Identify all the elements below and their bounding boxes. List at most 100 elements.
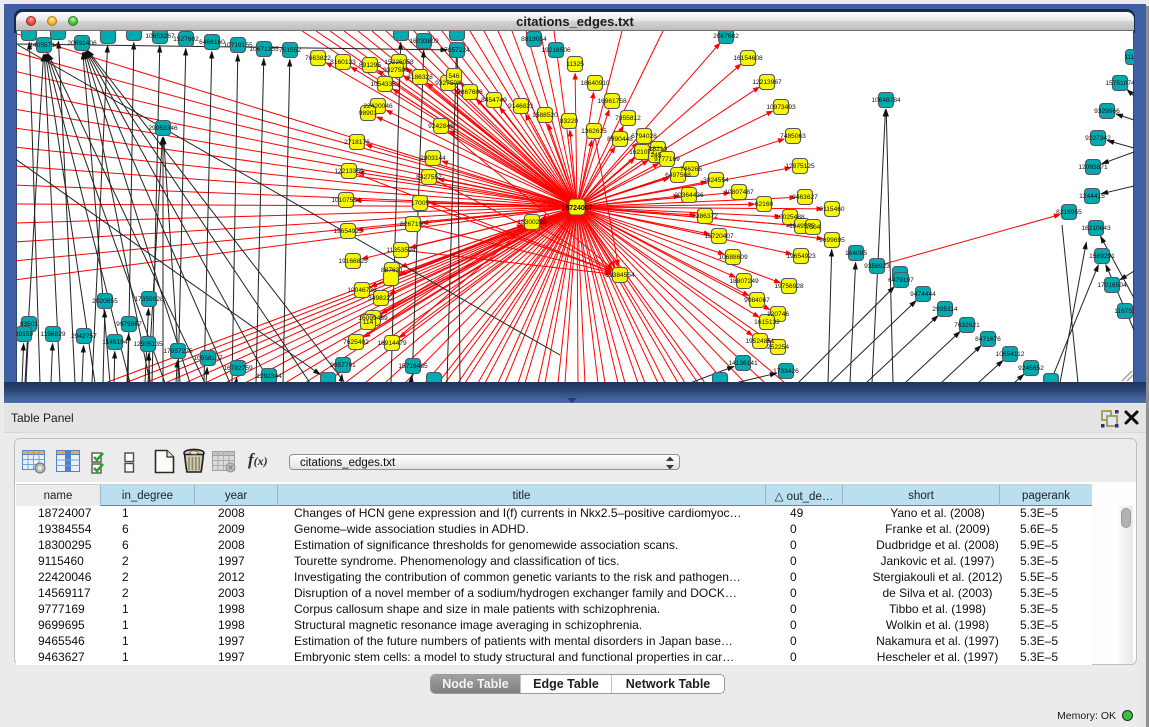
svg-text:10025488: 10025488 — [775, 214, 805, 221]
svg-text:2087682: 2087682 — [713, 33, 739, 40]
svg-text:16033809: 16033809 — [409, 38, 439, 45]
svg-text:9242848: 9242848 — [428, 123, 454, 130]
svg-text:3824554: 3824554 — [703, 177, 729, 184]
svg-text:18640910: 18640910 — [580, 80, 610, 87]
svg-text:1733426: 1733426 — [773, 368, 799, 375]
svg-text:12213369: 12213369 — [334, 168, 364, 175]
svg-text:2718176: 2718176 — [344, 139, 370, 146]
svg-text:1362615: 1362615 — [581, 128, 607, 135]
svg-text:14136141: 14136141 — [728, 360, 758, 367]
svg-text:8990448: 8990448 — [607, 136, 633, 143]
svg-text:29053346: 29053346 — [148, 125, 178, 132]
svg-text:7632621: 7632621 — [954, 322, 980, 329]
svg-text:9146821: 9146821 — [508, 103, 534, 110]
svg-text:12093871: 12093871 — [1078, 164, 1108, 171]
svg-text:887631: 887631 — [381, 267, 403, 274]
svg-text:19756928: 19756928 — [774, 283, 804, 290]
svg-text:2867608: 2867608 — [457, 89, 483, 96]
svg-text:19384554: 19384554 — [605, 272, 635, 279]
svg-text:10807487: 10807487 — [724, 189, 754, 196]
svg-text:7485063: 7485063 — [780, 133, 806, 140]
svg-text:98901: 98901 — [359, 110, 378, 117]
svg-text:6466160: 6466160 — [199, 39, 225, 46]
svg-text:15226058: 15226058 — [384, 59, 414, 66]
svg-text:10688609: 10688609 — [718, 254, 748, 261]
svg-text:16154608: 16154608 — [733, 55, 763, 62]
svg-text:164095: 164095 — [845, 250, 867, 257]
svg-text:9777169: 9777169 — [654, 156, 680, 163]
svg-text:17005: 17005 — [411, 200, 430, 207]
svg-text:6794028: 6794028 — [631, 133, 657, 140]
svg-text:7857224: 7857224 — [444, 47, 470, 54]
svg-text:9329966: 9329966 — [1094, 108, 1120, 115]
svg-text:7504: 7504 — [806, 224, 821, 231]
svg-text:12213967: 12213967 — [752, 79, 782, 86]
svg-text:15716485: 15716485 — [398, 363, 428, 370]
svg-text:17957275: 17957275 — [163, 348, 193, 355]
svg-text:14055714: 14055714 — [29, 42, 59, 49]
svg-text:11124: 11124 — [1124, 54, 1134, 61]
svg-text:17359928: 17359928 — [134, 296, 164, 303]
svg-text:10107554: 10107554 — [331, 197, 361, 204]
svg-text:83220: 83220 — [560, 118, 579, 125]
svg-text:9463627: 9463627 — [792, 194, 818, 201]
svg-text:2020655: 2020655 — [92, 298, 118, 305]
svg-text:891295: 891295 — [359, 62, 381, 69]
svg-text:19654923: 19654923 — [786, 253, 816, 260]
svg-text:22420046: 22420046 — [363, 103, 393, 110]
svg-text:10973493: 10973493 — [766, 104, 796, 111]
svg-text:1156829: 1156829 — [40, 331, 66, 338]
svg-text:20364436: 20364436 — [674, 192, 704, 199]
svg-text:11353594: 11353594 — [387, 247, 416, 254]
svg-text:83501: 83501 — [20, 321, 39, 328]
svg-text:12505135: 12505135 — [133, 341, 163, 348]
svg-text:10653267: 10653267 — [145, 33, 175, 40]
svg-text:9474444: 9474444 — [910, 291, 936, 298]
svg-text:9327508: 9327508 — [435, 80, 461, 87]
svg-text:16914479: 16914479 — [377, 340, 407, 347]
svg-text:10654112: 10654112 — [996, 351, 1025, 358]
svg-text:9115460: 9115460 — [819, 206, 845, 213]
svg-text:7386372: 7386372 — [692, 213, 718, 220]
svg-text:9857791: 9857791 — [330, 362, 356, 369]
svg-text:9227342: 9227342 — [1085, 135, 1111, 142]
svg-text:17016504: 17016504 — [1097, 282, 1127, 289]
svg-text:16961758: 16961758 — [597, 98, 627, 105]
svg-text:3498222: 3498222 — [368, 295, 394, 302]
svg-text:8160123: 8160123 — [330, 59, 356, 66]
svg-text:8813054: 8813054 — [521, 36, 547, 43]
svg-text:19218506: 19218506 — [541, 47, 571, 54]
svg-text:1569291: 1569291 — [1089, 253, 1115, 260]
svg-text:12975125: 12975125 — [785, 163, 815, 170]
svg-text:546: 546 — [448, 73, 459, 80]
svg-text:39159: 39159 — [16, 331, 33, 338]
svg-text:6497568: 6497568 — [665, 172, 691, 179]
svg-text:10543352: 10543352 — [370, 81, 400, 88]
svg-text:114: 114 — [363, 319, 374, 326]
svg-text:8267190: 8267190 — [400, 221, 426, 228]
svg-text:9084067: 9084067 — [744, 297, 770, 304]
svg-text:120746: 120746 — [767, 311, 789, 318]
svg-text:7955812: 7955812 — [615, 115, 641, 122]
svg-text:8427552: 8427552 — [416, 174, 442, 181]
svg-text:9327506: 9327506 — [383, 67, 409, 74]
svg-text:16782759: 16782759 — [223, 365, 253, 372]
svg-text:6479197: 6479197 — [888, 277, 914, 284]
svg-text:1145194: 1145194 — [102, 339, 128, 346]
svg-text:116753: 116753 — [1114, 308, 1134, 315]
svg-text:751552: 751552 — [279, 47, 301, 54]
svg-text:1615132: 1615132 — [754, 319, 780, 326]
svg-text:8454749: 8454749 — [481, 97, 507, 104]
svg-text:8215955: 8215955 — [1056, 209, 1082, 216]
svg-text:18300295: 18300295 — [517, 219, 547, 226]
svg-text:9975867: 9975867 — [116, 321, 142, 328]
svg-text:10958107: 10958107 — [193, 355, 223, 362]
svg-text:10671355: 10671355 — [249, 46, 279, 53]
svg-text:10648784: 10648784 — [871, 97, 901, 104]
svg-text:19654923: 19654923 — [333, 228, 363, 235]
svg-text:9245652: 9245652 — [1018, 365, 1044, 372]
svg-text:9358923: 9358923 — [864, 263, 890, 270]
svg-text:16210643: 16210643 — [1081, 225, 1111, 232]
svg-text:7663822: 7663822 — [305, 55, 331, 62]
svg-text:8186328: 8186328 — [407, 74, 433, 81]
